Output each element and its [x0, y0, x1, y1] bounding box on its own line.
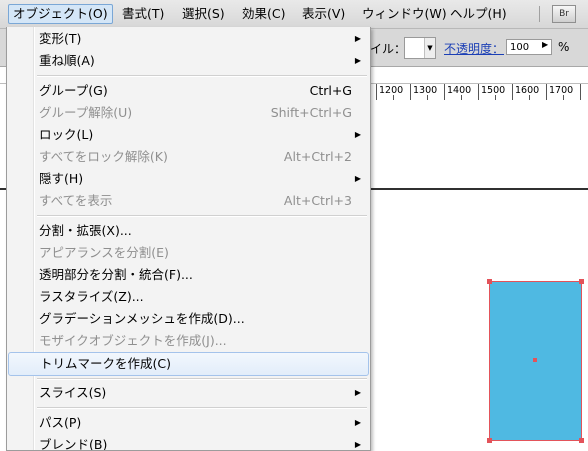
- menu-separator: [37, 407, 367, 409]
- menu-item-label: すべてを表示: [39, 193, 113, 208]
- menu-view[interactable]: 表示(V): [298, 5, 349, 23]
- submenu-arrow-icon: ▶: [354, 130, 361, 139]
- menu-item-show-all[interactable]: すべてを表示 Alt+Ctrl+3: [7, 190, 370, 212]
- menu-item-label: 隠す(H): [39, 171, 84, 186]
- ruler-label: 1700: [549, 85, 574, 96]
- ruler-label: 1300: [413, 85, 438, 96]
- menu-item-label: ラスタライズ(Z)...: [39, 289, 144, 304]
- menu-effect[interactable]: 効果(C): [238, 5, 289, 23]
- menu-item-transform[interactable]: 変形(T) ▶: [7, 28, 370, 50]
- menu-type[interactable]: 書式(T): [118, 5, 168, 23]
- ruler-tick: [580, 84, 581, 100]
- menu-item-unlock-all[interactable]: すべてをロック解除(K) Alt+Ctrl+2: [7, 146, 370, 168]
- menu-item-label: アピアランスを分割(E): [39, 245, 169, 260]
- selection-handle[interactable]: [487, 438, 492, 443]
- submenu-arrow-icon: ▶: [354, 418, 361, 427]
- menu-item-expand-appearance[interactable]: アピアランスを分割(E): [7, 242, 370, 264]
- ruler-label: 1500: [481, 85, 506, 96]
- submenu-arrow-icon: ▶: [354, 34, 361, 43]
- menu-item-label: グラデーションメッシュを作成(D)...: [39, 311, 245, 326]
- submenu-arrow-icon: ▶: [354, 56, 361, 65]
- menu-item-label: グループ解除(U): [39, 105, 133, 120]
- ruler-tick: [410, 84, 411, 100]
- submenu-arrow-icon: ▶: [354, 440, 361, 449]
- opacity-link[interactable]: 不透明度：: [444, 40, 504, 57]
- menu-item-label: ブレンド(B): [39, 437, 108, 451]
- menu-item-slice[interactable]: スライス(S) ▶: [7, 382, 370, 404]
- selection-handle[interactable]: [487, 279, 492, 284]
- menu-item-label: 変形(T): [39, 31, 82, 46]
- menu-bar: オブジェクト(O) 書式(T) 選択(S) 効果(C) 表示(V) ウィンドウ(…: [0, 0, 588, 29]
- menu-item-label: すべてをロック解除(K): [39, 149, 168, 164]
- menu-item-shortcut: Ctrl+G: [309, 83, 352, 98]
- menu-item-gradient-mesh[interactable]: グラデーションメッシュを作成(D)...: [7, 308, 370, 330]
- ruler-label: 1400: [447, 85, 472, 96]
- style-swatch-dropdown[interactable]: ▼: [404, 37, 436, 59]
- menu-item-label: グループ(G): [39, 83, 108, 98]
- menu-item-shortcut: Alt+Ctrl+2: [283, 149, 352, 164]
- menu-item-shortcut: Shift+Ctrl+G: [270, 105, 352, 120]
- menu-separator: [37, 75, 367, 77]
- ruler-label: 1600: [515, 85, 540, 96]
- menu-item-shortcut: Alt+Ctrl+3: [283, 193, 352, 208]
- menu-object[interactable]: オブジェクト(O): [8, 4, 113, 24]
- object-menu-dropdown: 変形(T) ▶ 重ね順(A) ▶ グループ(G) Ctrl+G グループ解除(U…: [6, 27, 371, 451]
- menu-item-label: ロック(L): [39, 127, 94, 142]
- percent-label: %: [558, 40, 570, 54]
- submenu-arrow-icon: ▶: [354, 388, 361, 397]
- submenu-arrow-icon: ▶: [354, 174, 361, 183]
- menu-item-hide[interactable]: 隠す(H) ▶: [7, 168, 370, 190]
- menu-item-label: 分割・拡張(X)...: [39, 223, 132, 238]
- style-label: イル：: [370, 42, 407, 56]
- ruler-tick: [478, 84, 479, 100]
- ruler-label: 1200: [379, 85, 404, 96]
- menu-item-lock[interactable]: ロック(L) ▶: [7, 124, 370, 146]
- menu-item-label: スライス(S): [39, 385, 107, 400]
- menu-help[interactable]: ヘルプ(H): [446, 5, 511, 23]
- ruler-tick: [546, 84, 547, 100]
- menu-item-group[interactable]: グループ(G) Ctrl+G: [7, 80, 370, 102]
- chevron-down-icon[interactable]: ▼: [424, 38, 435, 58]
- menu-item-label: モザイクオブジェクトを作成(J)...: [39, 333, 227, 348]
- menu-item-trim-marks[interactable]: トリムマークを作成(C): [8, 352, 369, 376]
- menu-item-label: トリムマークを作成(C): [40, 356, 171, 371]
- center-point: [533, 358, 537, 362]
- menu-item-label: 透明部分を分割・統合(F)...: [39, 267, 193, 282]
- menu-select[interactable]: 選択(S): [178, 5, 229, 23]
- selection-handle[interactable]: [579, 438, 584, 443]
- ruler-tick: [444, 84, 445, 100]
- menu-item-path[interactable]: パス(P) ▶: [7, 412, 370, 434]
- menu-item-rasterize[interactable]: ラスタライズ(Z)...: [7, 286, 370, 308]
- menu-item-label: パス(P): [39, 415, 82, 430]
- menu-item-ungroup[interactable]: グループ解除(U) Shift+Ctrl+G: [7, 102, 370, 124]
- menu-item-flatten-transparency[interactable]: 透明部分を分割・統合(F)...: [7, 264, 370, 286]
- menu-item-label: 重ね順(A): [39, 53, 95, 68]
- menubar-divider: [539, 6, 540, 22]
- bridge-icon[interactable]: Br: [552, 5, 576, 23]
- menu-separator: [37, 378, 367, 380]
- chevron-right-icon[interactable]: ▶: [542, 40, 548, 49]
- selection-handle[interactable]: [579, 279, 584, 284]
- ruler-tick: [376, 84, 377, 100]
- menu-item-expand[interactable]: 分割・拡張(X)...: [7, 220, 370, 242]
- menu-item-arrange[interactable]: 重ね順(A) ▶: [7, 50, 370, 72]
- menu-item-blend[interactable]: ブレンド(B) ▶: [7, 434, 370, 451]
- menu-item-mosaic[interactable]: モザイクオブジェクトを作成(J)...: [7, 330, 370, 352]
- menu-separator: [37, 215, 367, 217]
- menu-window[interactable]: ウィンドウ(W): [358, 5, 451, 23]
- ruler-tick: [512, 84, 513, 100]
